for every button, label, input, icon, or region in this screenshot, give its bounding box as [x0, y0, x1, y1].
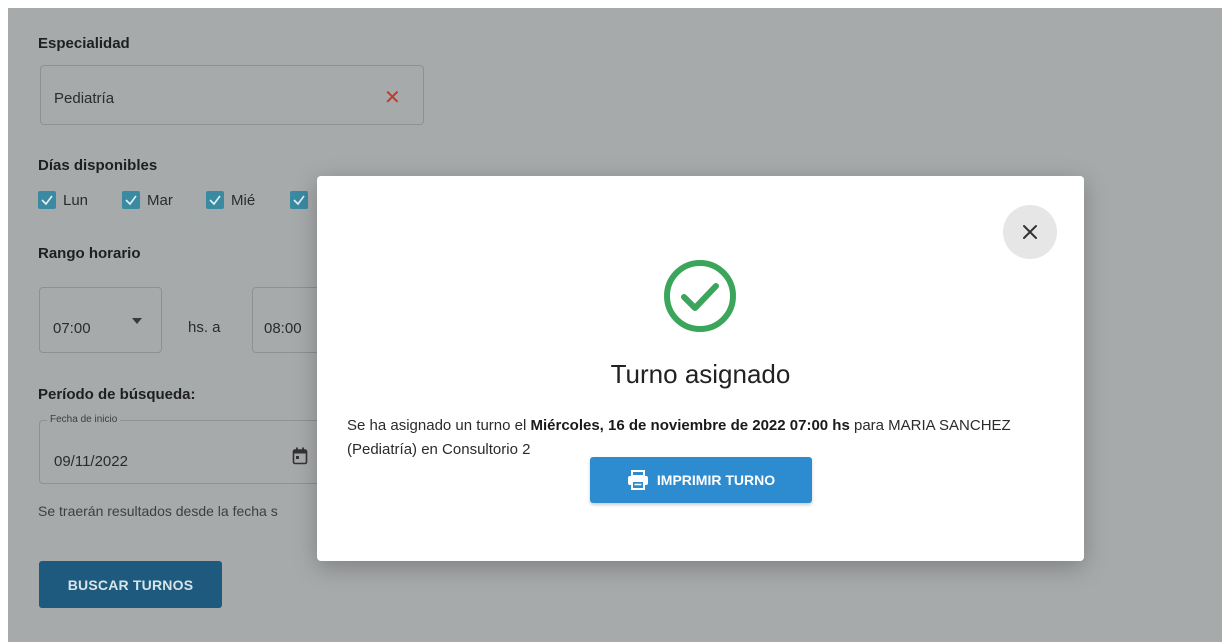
checkbox-mie-label: Mié: [231, 191, 256, 209]
checkbox-jue[interactable]: [290, 191, 315, 209]
printer-icon: [627, 470, 648, 490]
top-edge: [0, 0, 1222, 8]
close-button[interactable]: [1003, 205, 1057, 259]
rango-separator: hs. a: [188, 319, 221, 336]
chevron-down-icon: [132, 318, 142, 324]
hora-desde-value: 07:00: [53, 320, 91, 337]
imprimir-turno-button[interactable]: IMPRIMIR TURNO: [590, 457, 812, 503]
left-edge: [0, 0, 8, 642]
turno-asignado-dialog: Turno asignado Se ha asignado un turno e…: [317, 176, 1084, 561]
periodo-label: Período de búsqueda:: [38, 386, 196, 403]
imprimir-turno-label: IMPRIMIR TURNO: [656, 472, 776, 488]
fecha-inicio-value: 09/11/2022: [54, 453, 128, 470]
checkbox-mar-label: Mar: [147, 191, 173, 209]
modal-title: Turno asignado: [610, 359, 791, 389]
message-date: Miércoles, 16 de noviembre de 2022 07:00…: [530, 417, 850, 434]
rango-label: Rango horario: [38, 245, 141, 262]
especialidad-value: Pediatría: [54, 90, 115, 107]
fecha-inicio-label: Fecha de inicio: [47, 414, 121, 425]
modal-message: Se ha asignado un turno el Miércoles, 16…: [347, 414, 1047, 462]
dias-label: Días disponibles: [38, 157, 158, 174]
hora-desde-select[interactable]: 07:00: [39, 287, 162, 353]
especialidad-label: Especialidad: [38, 35, 130, 52]
checkbox-lun-label: Lun: [63, 191, 89, 209]
check-icon: [38, 191, 56, 209]
checkbox-mar[interactable]: Mar: [122, 191, 173, 209]
close-icon: [1023, 225, 1037, 239]
clear-icon[interactable]: ✕: [384, 85, 401, 110]
calendar-icon[interactable]: [292, 447, 308, 470]
hora-hasta-value: 08:00: [264, 320, 302, 337]
checkbox-lun[interactable]: Lun: [38, 191, 88, 209]
message-prefix: Se ha asignado un turno el: [347, 417, 531, 434]
especialidad-select[interactable]: Pediatría ✕: [40, 65, 424, 125]
buscar-turnos-button[interactable]: BUSCAR TURNOS: [39, 561, 222, 608]
check-icon: [206, 191, 224, 209]
check-icon: [290, 191, 308, 209]
check-circle-icon: [662, 258, 738, 339]
fecha-inicio-field[interactable]: Fecha de inicio 09/11/2022: [39, 414, 329, 484]
check-icon: [122, 191, 140, 209]
checkbox-mie[interactable]: Mié: [206, 191, 255, 209]
periodo-hint: Se traerán resultados desde la fecha s: [38, 503, 278, 519]
